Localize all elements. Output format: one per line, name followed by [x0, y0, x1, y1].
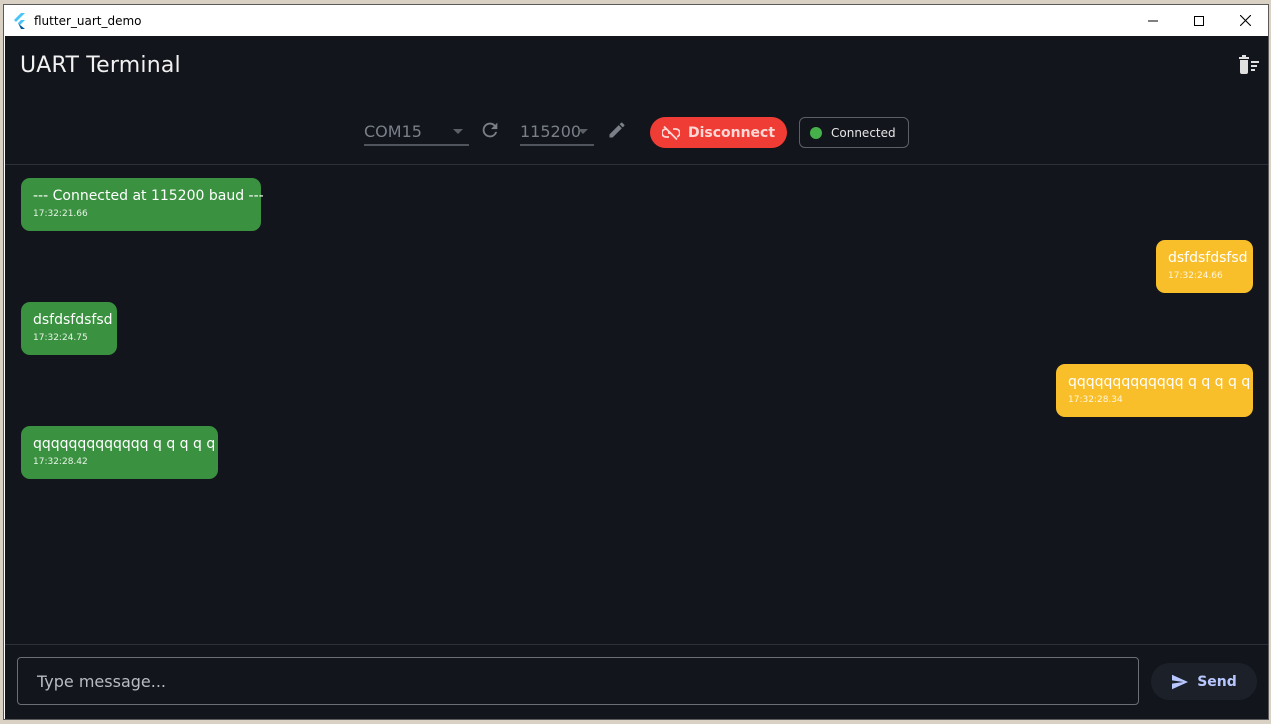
connection-controls: COM15 115200 Disconnect Connected: [5, 96, 1268, 164]
chevron-down-icon: [578, 129, 588, 134]
baud-value: 115200: [520, 122, 582, 141]
status-dot-icon: [810, 126, 822, 139]
message-bubble-received: --- Connected at 115200 baud --- 17:32:2…: [21, 178, 264, 231]
link-off-icon: [661, 125, 680, 140]
send-icon: [1172, 674, 1189, 689]
send-button[interactable]: Send: [1151, 663, 1257, 700]
window-title: flutter_uart_demo: [34, 13, 142, 28]
message-time: 17:32:24.75: [33, 333, 88, 343]
divider: [5, 644, 1268, 645]
message-bubble-sent: qqqqqqqqqqqqq q q q q q 17:32:28.34: [1056, 364, 1253, 417]
message-text: dsfdsfdsfsd: [1168, 250, 1248, 266]
disconnect-button[interactable]: Disconnect: [650, 117, 787, 148]
message-bubble-received: qqqqqqqqqqqqq q q q q q 17:32:28.42: [21, 426, 218, 479]
send-label: Send: [1197, 673, 1237, 690]
delete-sweep-icon[interactable]: [1236, 54, 1260, 76]
message-time: 17:32:24.66: [1168, 271, 1223, 281]
close-button[interactable]: [1222, 5, 1268, 36]
port-dropdown[interactable]: COM15: [364, 118, 469, 146]
window-titlebar: flutter_uart_demo: [4, 5, 1268, 36]
message-text: qqqqqqqqqqqqq q q q q q: [1068, 374, 1251, 390]
disconnect-label: Disconnect: [687, 124, 776, 141]
message-text: qqqqqqqqqqqqq q q q q q: [33, 436, 216, 452]
maximize-button[interactable]: [1176, 5, 1222, 36]
port-value: COM15: [364, 122, 422, 141]
message-text: dsfdsfdsfsd: [33, 312, 113, 328]
page-title: UART Terminal: [20, 53, 181, 78]
chevron-down-icon: [453, 129, 463, 134]
app-bar: UART Terminal: [5, 36, 1268, 96]
message-time: 17:32:28.34: [1068, 395, 1123, 405]
status-badge: Connected: [799, 117, 909, 148]
refresh-icon[interactable]: [479, 119, 501, 141]
message-input-container: [17, 657, 1139, 705]
flutter-logo-icon: [14, 12, 25, 29]
minimize-icon: [1148, 20, 1158, 21]
message-input[interactable]: [18, 658, 1138, 704]
message-list: --- Connected at 115200 baud --- 17:32:2…: [5, 165, 1268, 645]
app-window: flutter_uart_demo UART Terminal COM15 11…: [3, 4, 1269, 720]
message-text: --- Connected at 115200 baud ---: [33, 188, 264, 204]
maximize-icon: [1194, 15, 1204, 26]
message-bubble-sent: dsfdsfdsfsd 17:32:24.66: [1156, 240, 1253, 293]
message-time: 17:32:21.66: [33, 209, 88, 219]
app-content: UART Terminal COM15 115200 Disconnect Co…: [5, 36, 1268, 719]
minimize-button[interactable]: [1130, 5, 1176, 36]
message-bubble-received: dsfdsfdsfsd 17:32:24.75: [21, 302, 117, 355]
status-label: Connected: [831, 125, 896, 140]
message-time: 17:32:28.42: [33, 457, 88, 467]
edit-icon[interactable]: [607, 120, 627, 140]
close-icon: [1239, 15, 1251, 26]
baud-dropdown[interactable]: 115200: [520, 118, 594, 146]
